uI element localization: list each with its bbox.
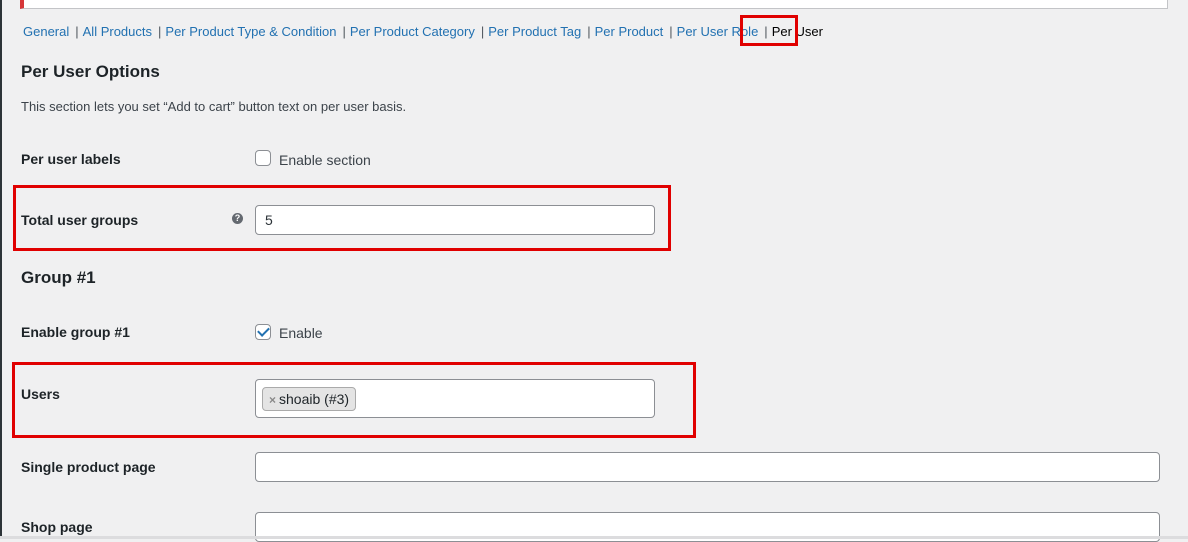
question-circle-icon[interactable]: ? — [232, 213, 243, 224]
total-user-groups-label: Total user groups — [21, 212, 139, 228]
subnav-separator: | — [158, 24, 162, 39]
shop-page-label: Shop page — [21, 519, 93, 535]
group-title: Group #1 — [21, 268, 96, 287]
subnav-per-user-current[interactable]: Per User — [772, 24, 823, 39]
enable-section-checkbox[interactable] — [255, 150, 271, 166]
subnav-per-product-category[interactable]: Per Product Category — [350, 24, 475, 39]
subnav-per-product[interactable]: Per Product — [595, 24, 664, 39]
subnav-per-user-role[interactable]: Per User Role — [677, 24, 759, 39]
admin-notice — [20, 0, 1168, 9]
section-title: Per User Options — [21, 62, 160, 81]
admin-sidebar-edge — [0, 0, 2, 539]
subnav-separator: | — [480, 24, 485, 39]
user-token-label: shoaib (#3) — [279, 391, 350, 407]
section-description: This section lets you set “Add to cart” … — [21, 99, 407, 114]
enable-section-label[interactable]: Enable section — [279, 152, 371, 168]
subnav-separator: | — [75, 24, 79, 39]
total-user-groups-input[interactable]: 5 — [255, 205, 655, 235]
token-remove-icon[interactable]: × — [269, 393, 276, 407]
per-user-labels-label: Per user labels — [21, 151, 121, 167]
subnav-separator: | — [587, 24, 591, 39]
enable-group-checkbox-label[interactable]: Enable — [279, 325, 323, 341]
user-token[interactable]: × shoaib (#3) — [262, 387, 357, 411]
settings-subnav: General | All Products | Per Product Type & … — [23, 23, 823, 41]
subnav-general[interactable]: General — [23, 24, 69, 39]
enable-group-label: Enable group #1 — [21, 324, 130, 340]
single-product-page-input[interactable] — [255, 452, 1160, 482]
subnav-all-products[interactable]: All Products — [83, 24, 152, 39]
subnav-per-product-tag[interactable]: Per Product Tag — [488, 24, 581, 39]
single-product-page-label: Single product page — [21, 459, 156, 475]
subnav-per-product-type-condition[interactable]: Per Product Type & Condition — [165, 24, 336, 39]
enable-group-checkbox[interactable] — [255, 324, 271, 340]
subnav-separator: | — [342, 24, 346, 39]
subnav-separator: | — [669, 24, 673, 39]
subnav-separator: | — [764, 24, 768, 39]
users-label: Users — [21, 386, 60, 402]
